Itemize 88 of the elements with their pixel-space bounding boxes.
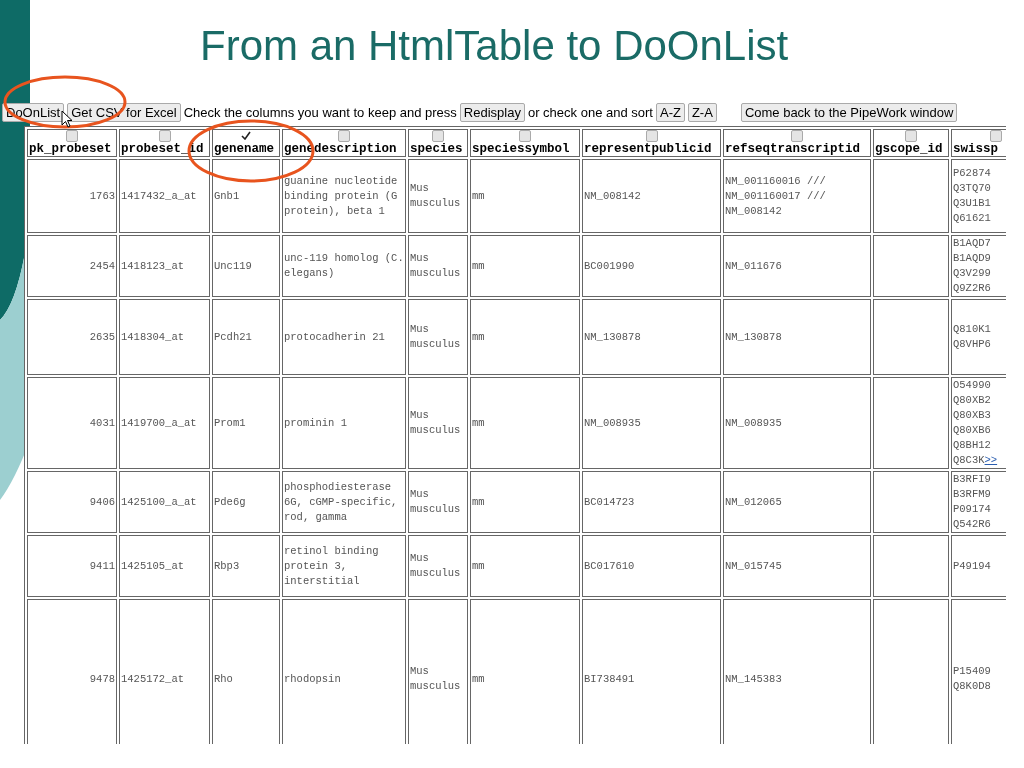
- table-cell: Mus musculus: [408, 299, 468, 375]
- table-cell: 2454: [27, 235, 117, 297]
- slide-title: From an HtmlTable to DoOnList: [199, 21, 790, 71]
- table-cell: mm: [470, 299, 580, 375]
- table-cell: Prom1: [212, 377, 280, 469]
- table-cell: mm: [470, 535, 580, 597]
- table-cell: mm: [470, 235, 580, 297]
- table-cell: mm: [470, 471, 580, 533]
- instruction-text: or check one and sort: [527, 104, 653, 120]
- toolbar-button[interactable]: Redisplay: [459, 102, 525, 122]
- table-cell: Mus musculus: [408, 535, 468, 597]
- table-cell: P15409 Q8K0D8: [951, 599, 1006, 744]
- table-cell: 9406: [27, 471, 117, 533]
- column-name: pk_probeset: [29, 142, 113, 156]
- table-cell: 2635: [27, 299, 117, 375]
- table-cell: Mus musculus: [408, 159, 468, 233]
- table-cell: P49194: [951, 535, 1006, 597]
- table-cell: NM_130878: [582, 299, 721, 375]
- table-cell: 1417432_a_at: [119, 159, 210, 233]
- table-cell: prominin 1: [282, 377, 406, 469]
- table-cell: NM_130878: [723, 299, 871, 375]
- column-checkbox[interactable]: [432, 130, 444, 142]
- table-cell: NM_015745: [723, 535, 871, 597]
- column-name: refseqtranscriptid: [725, 142, 862, 156]
- table-cell: mm: [470, 377, 580, 469]
- table-cell: Mus musculus: [408, 377, 468, 469]
- table-cell: NM_011676: [723, 235, 871, 297]
- column-checkbox[interactable]: [66, 130, 78, 142]
- column-checkbox[interactable]: [645, 130, 658, 142]
- table-cell: B3RFI9 B3RFM9 P09174 Q542R6: [951, 471, 1006, 533]
- column-checkbox[interactable]: [990, 130, 1002, 142]
- table-cell: P62874 Q3TQ70 Q3U1B1 Q61621: [951, 159, 1006, 233]
- table-cell: Rbp3: [212, 535, 280, 597]
- table-cell: mm: [470, 159, 580, 233]
- table-cell: rhodopsin: [282, 599, 406, 744]
- table-cell: NM_008142: [582, 159, 721, 233]
- table-cell: BC001990: [582, 235, 721, 297]
- table-cell: NM_008935: [582, 377, 721, 469]
- table-cell: phosphodiesterase 6G, cGMP-specific, rod, gamma: [282, 471, 406, 533]
- table-cell: Mus musculus: [408, 471, 468, 533]
- table-cell: BI738491: [582, 599, 721, 744]
- toolbar-button[interactable]: A-Z: [655, 102, 685, 122]
- column-checkbox[interactable]: [519, 130, 531, 142]
- table-cell: Pcdh21: [212, 299, 280, 375]
- column-checkbox[interactable]: [791, 130, 803, 142]
- table-cell: B1AQD7 B1AQD9 Q3V299 Q9Z2R6: [951, 235, 1006, 297]
- column-name: species: [410, 142, 464, 156]
- column-name: swissp: [953, 142, 999, 156]
- table-cell: Q810K1 Q8VHP6: [951, 299, 1006, 375]
- table-cell: mm: [470, 599, 580, 744]
- table-cell: NM_012065: [723, 471, 871, 533]
- column-checkbox[interactable]: [338, 130, 350, 142]
- table-cell: Unc119: [212, 235, 280, 297]
- instruction-text: Check the columns you want to keep and press: [183, 104, 457, 120]
- column-name: speciessymbol: [472, 142, 571, 156]
- column-checkbox[interactable]: [905, 130, 917, 142]
- table-cell: Mus musculus: [408, 235, 468, 297]
- toolbar-button[interactable]: Come back to the PipeWork window: [740, 102, 958, 122]
- column-name: representpublicid: [584, 142, 713, 156]
- table-cell: 9478: [27, 599, 117, 744]
- column-checkbox[interactable]: [158, 130, 171, 142]
- table-cell: guanine nucleotide binding protein (G protein), beta 1: [282, 159, 406, 233]
- table-cell: protocadherin 21: [282, 299, 406, 375]
- table-cell: Pde6g: [212, 471, 280, 533]
- table-cell: 1763: [27, 159, 117, 233]
- table-cell: 4031: [27, 377, 117, 469]
- table-cell: NM_008935: [723, 377, 871, 469]
- more-link[interactable]: >>: [984, 454, 998, 466]
- table-cell: 1418304_at: [119, 299, 210, 375]
- table-cell: 1418123_at: [119, 235, 210, 297]
- table-cell: 1425100_a_at: [119, 471, 210, 533]
- table-cell: 1419700_a_at: [119, 377, 210, 469]
- table-cell: Mus musculus: [408, 599, 468, 744]
- column-name: gscope_id: [875, 142, 944, 156]
- toolbar-button[interactable]: Z-A: [687, 102, 717, 122]
- table-cell: 1425172_at: [119, 599, 210, 744]
- table-cell: unc-119 homolog (C. elegans): [282, 235, 406, 297]
- table-cell: 1425105_at: [119, 535, 210, 597]
- table-cell: BC014723: [582, 471, 721, 533]
- table-cell: retinol binding protein 3, interstitial: [282, 535, 406, 597]
- column-name: genename: [214, 142, 275, 156]
- table-cell: NM_001160016 /// NM_001160017 /// NM_008142: [723, 159, 871, 233]
- table-cell: Rho: [212, 599, 280, 744]
- table-cell: O54990 Q80XB2 Q80XB3 Q80XB6 Q8BH12 Q8C3K>>: [951, 377, 1006, 469]
- table-cell: NM_145383: [723, 599, 871, 744]
- table-cell: BC017610: [582, 535, 721, 597]
- table-cell: 9411: [27, 535, 117, 597]
- table-cell: Gnb1: [212, 159, 280, 233]
